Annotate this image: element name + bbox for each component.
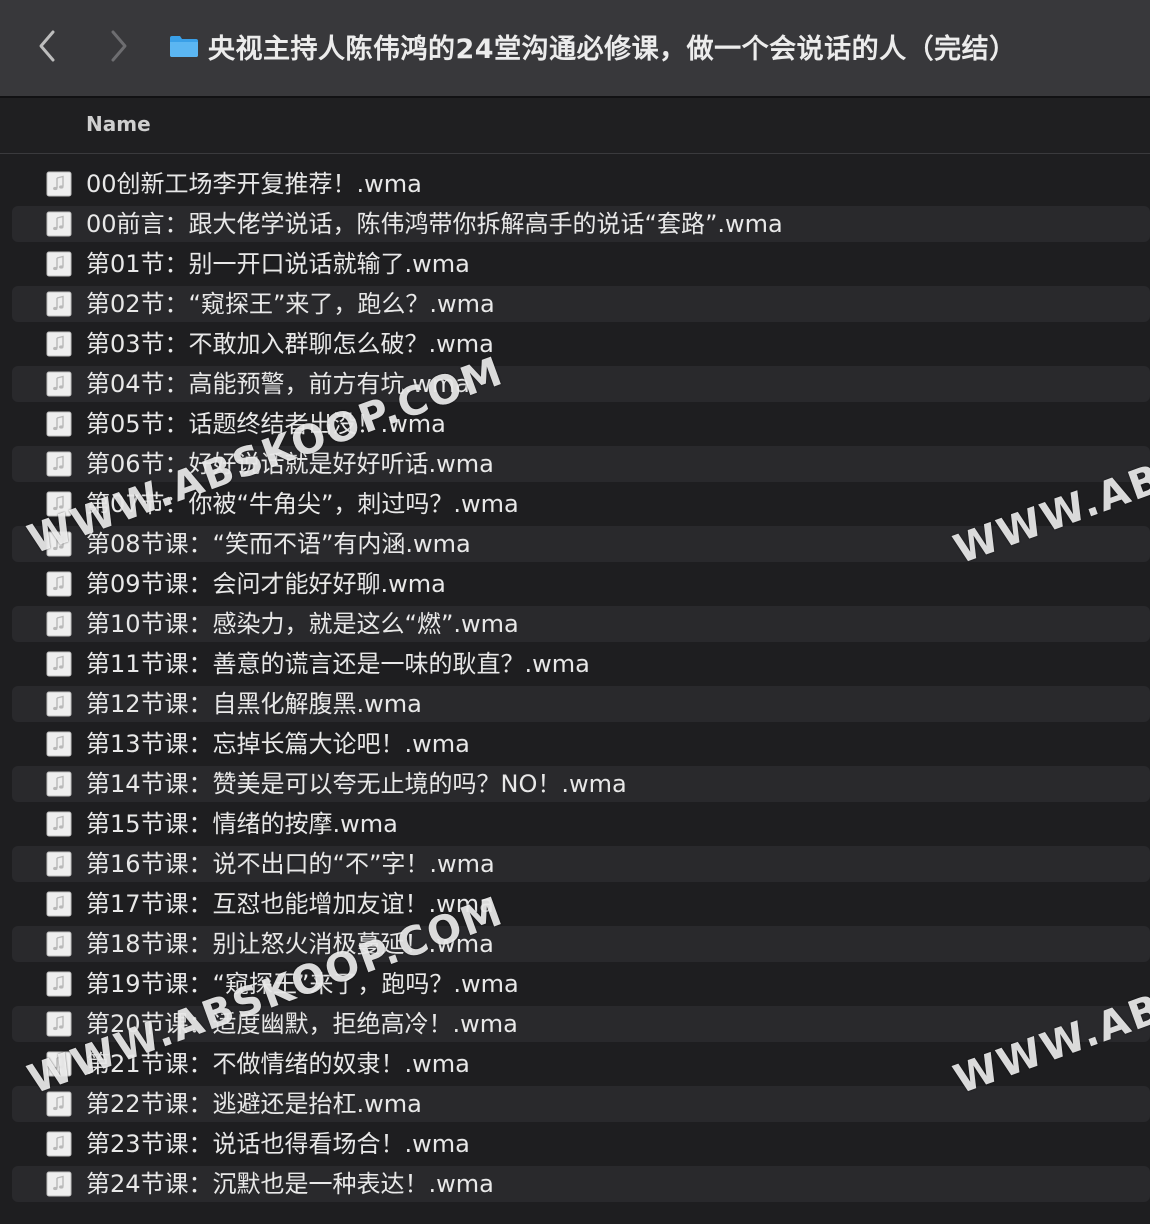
audio-file-icon [46,171,72,197]
file-name: 第24节课：沉默也是一种表达！.wma [86,1170,494,1198]
window-title: 央视主持人陈伟鸿的24堂沟通必修课，做一个会说话的人（完结） [208,34,1017,65]
audio-file-icon [46,331,72,357]
file-name: 第09节课：会问才能好好聊.wma [86,570,446,598]
folder-icon [170,36,198,57]
file-row[interactable]: 第23节课：说话也得看场合！.wma [0,1124,1150,1164]
audio-file-icon [46,211,72,237]
file-name: 第22节课：逃避还是抬杠.wma [86,1090,422,1118]
file-row[interactable]: 第04节：高能预警，前方有坑.wma [0,364,1150,404]
file-name: 第10节课：感染力，就是这么“燃”.wma [86,610,519,638]
back-button[interactable] [32,26,62,66]
name-column-header[interactable]: Name [86,112,151,136]
file-row[interactable]: 第01节：别一开口说话就输了.wma [0,244,1150,284]
file-row[interactable]: 第14节课：赞美是可以夸无止境的吗？NO！.wma [0,764,1150,804]
audio-file-icon [46,651,72,677]
file-row[interactable]: 第19节课：“窥探王”来了，跑吗？.wma [0,964,1150,1004]
audio-file-icon [46,371,72,397]
audio-file-icon [46,611,72,637]
window-titlebar: 央视主持人陈伟鸿的24堂沟通必修课，做一个会说话的人（完结） [0,0,1150,98]
file-name: 第23节课：说话也得看场合！.wma [86,1130,470,1158]
file-name: 00创新工场李开复推荐！.wma [86,170,422,198]
file-name: 第01节：别一开口说话就输了.wma [86,250,470,278]
file-row[interactable]: 第03节：不敢加入群聊怎么破？.wma [0,324,1150,364]
file-row[interactable]: 00前言：跟大佬学说话，陈伟鸿带你拆解高手的说话“套路”.wma [0,204,1150,244]
file-name: 第13节课：忘掉长篇大论吧！.wma [86,730,470,758]
file-row[interactable]: 第10节课：感染力，就是这么“燃”.wma [0,604,1150,644]
file-name: 第16节课：说不出口的“不”字！.wma [86,850,495,878]
file-row[interactable]: 第13节课：忘掉长篇大论吧！.wma [0,724,1150,764]
audio-file-icon [46,291,72,317]
file-row[interactable]: 第15节课：情绪的按摩.wma [0,804,1150,844]
file-row[interactable]: 第18节课：别让怒火消极蔓延！.wma [0,924,1150,964]
chevron-left-icon [39,30,55,62]
audio-file-icon [46,731,72,757]
file-row[interactable]: 第24节课：沉默也是一种表达！.wma [0,1164,1150,1204]
audio-file-icon [46,451,72,477]
audio-file-icon [46,771,72,797]
file-row[interactable]: 00创新工场李开复推荐！.wma [0,164,1150,204]
forward-button[interactable] [104,26,134,66]
file-row[interactable]: 第12节课：自黑化解腹黑.wma [0,684,1150,724]
audio-file-icon [46,1171,72,1197]
file-name: 第08节课：“笑而不语”有内涵.wma [86,530,471,558]
audio-file-icon [46,571,72,597]
file-name: 第02节：“窥探王”来了，跑么？.wma [86,290,495,318]
audio-file-icon [46,891,72,917]
file-name: 第14节课：赞美是可以夸无止境的吗？NO！.wma [86,770,627,798]
audio-file-icon [46,251,72,277]
file-row[interactable]: 第05节：话题终结者出没！.wma [0,404,1150,444]
audio-file-icon [46,811,72,837]
file-name: 第15节课：情绪的按摩.wma [86,810,398,838]
audio-file-icon [46,971,72,997]
file-name: 第11节课：善意的谎言还是一味的耿直？.wma [86,650,590,678]
file-row[interactable]: 第11节课：善意的谎言还是一味的耿直？.wma [0,644,1150,684]
file-name: 第03节：不敢加入群聊怎么破？.wma [86,330,494,358]
file-row[interactable]: 第16节课：说不出口的“不”字！.wma [0,844,1150,884]
file-row[interactable]: 第17节课：互怼也能增加友谊！.wma [0,884,1150,924]
audio-file-icon [46,1011,72,1037]
file-name: 第12节课：自黑化解腹黑.wma [86,690,422,718]
audio-file-icon [46,411,72,437]
audio-file-icon [46,691,72,717]
audio-file-icon [46,1131,72,1157]
list-header: Name [0,98,1150,154]
file-row[interactable]: 第09节课：会问才能好好聊.wma [0,564,1150,604]
file-row[interactable]: 第02节：“窥探王”来了，跑么？.wma [0,284,1150,324]
chevron-right-icon [111,30,127,62]
audio-file-icon [46,931,72,957]
audio-file-icon [46,851,72,877]
file-name: 00前言：跟大佬学说话，陈伟鸿带你拆解高手的说话“套路”.wma [86,210,783,238]
